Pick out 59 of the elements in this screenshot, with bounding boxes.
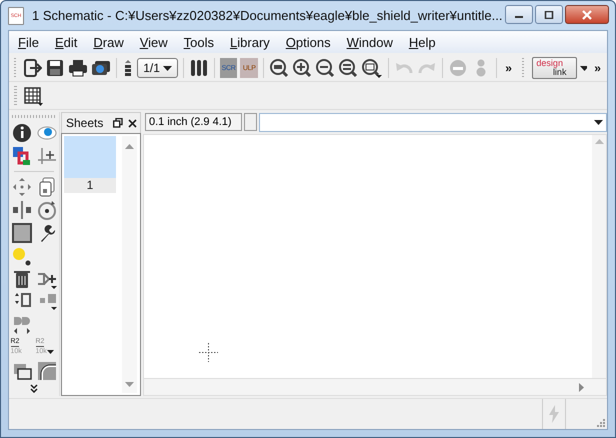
print-icon[interactable] [68, 58, 88, 78]
grid-icon[interactable] [23, 86, 43, 106]
caret-icon[interactable] [580, 66, 588, 70]
menu-item[interactable]: Help [400, 34, 444, 50]
move-icon[interactable] [10, 176, 32, 198]
close-icon [581, 10, 593, 20]
zoom-fit-icon[interactable] [268, 58, 289, 78]
layers-icon[interactable] [10, 145, 32, 167]
minimize-button[interactable] [505, 5, 533, 24]
zoom-redraw-icon[interactable] [338, 58, 358, 78]
crosshair-cursor [199, 343, 218, 362]
zoom-in-icon[interactable] [292, 58, 312, 78]
menu-item[interactable]: Window [338, 34, 401, 50]
menu-item[interactable]: File [10, 34, 47, 50]
sheet-select[interactable]: 1/1 [137, 58, 178, 78]
vertical-scrollbar[interactable] [592, 135, 606, 378]
export-icon[interactable] [22, 58, 42, 78]
lightning-icon [548, 405, 560, 423]
miter-icon[interactable] [36, 360, 58, 382]
menu-item[interactable]: Edit [46, 34, 86, 50]
menu-item[interactable]: Draw [85, 34, 132, 50]
zoom-out-icon[interactable] [314, 58, 335, 78]
close-icon[interactable] [128, 118, 137, 128]
expand-icon[interactable] [30, 384, 38, 393]
mirror-icon[interactable] [10, 199, 32, 221]
menu-item[interactable]: Options [278, 34, 339, 50]
scroll-right-icon[interactable] [579, 382, 584, 392]
menu-item[interactable]: Tools [176, 34, 222, 50]
camera-icon[interactable] [91, 58, 112, 78]
float-icon[interactable] [113, 118, 123, 128]
rotate-icon[interactable] [36, 199, 58, 221]
save-icon[interactable] [45, 58, 66, 78]
info-icon[interactable] [10, 122, 32, 144]
caret-icon[interactable] [594, 120, 603, 124]
maximize-button[interactable] [535, 5, 563, 24]
menu-item[interactable]: Library [222, 34, 278, 50]
resize-grip-icon[interactable] [596, 418, 605, 427]
close-button[interactable] [565, 5, 609, 24]
grid-readout: 0.1 inch (2.9 4.1) [145, 113, 242, 131]
maximize-icon [544, 10, 554, 18]
sheet-item[interactable]: 1 [64, 136, 116, 193]
design-link-button[interactable]: design link [532, 57, 577, 79]
horizontal-scrollbar[interactable] [143, 378, 607, 396]
command-field[interactable] [259, 112, 607, 132]
mark-icon[interactable] [36, 145, 58, 167]
zoom-area-icon[interactable] [360, 58, 383, 78]
panel-title: Sheets [66, 116, 104, 130]
scroll-up-icon[interactable] [125, 144, 134, 149]
group-icon[interactable] [10, 222, 32, 244]
caret-icon [46, 350, 54, 354]
more-button[interactable]: » [590, 61, 605, 75]
status-indicator [244, 113, 257, 131]
vertical-scrollbar[interactable] [122, 136, 137, 393]
sheet-thumbnail [64, 136, 116, 178]
scroll-down-icon[interactable] [125, 382, 134, 387]
caret-icon [163, 66, 172, 70]
window-title: 1 Schematic - C:¥Users¥zz020382¥Documents¥eagle¥ble_shield_writer¥untitle... [32, 8, 504, 23]
more-button[interactable]: » [501, 61, 516, 75]
menu-item[interactable]: View [132, 34, 176, 50]
